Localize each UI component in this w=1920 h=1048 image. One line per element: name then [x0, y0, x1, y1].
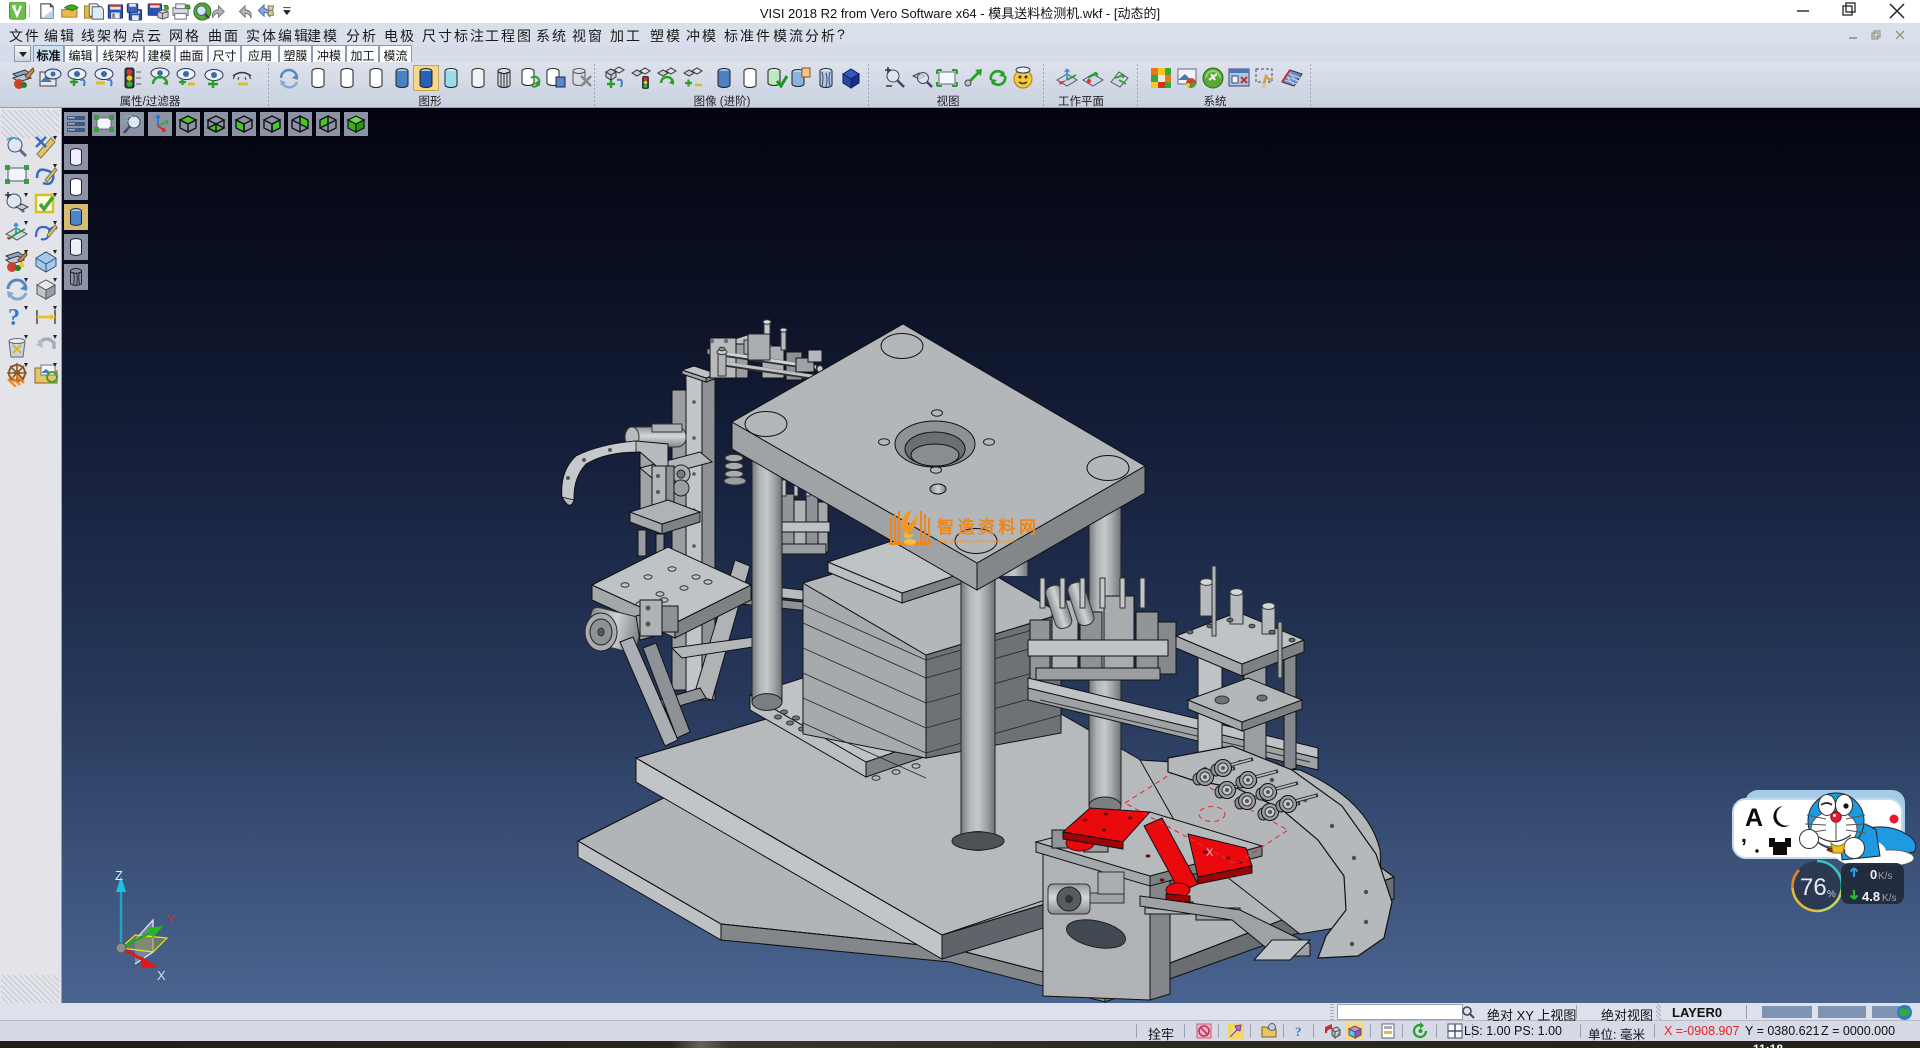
svg-text:A: A [1745, 804, 1763, 832]
svg-text:Y: Y [167, 912, 176, 927]
svg-text:76: 76 [1800, 874, 1827, 901]
svg-text:X: X [1206, 847, 1214, 859]
svg-text:?: ? [8, 305, 20, 330]
svg-text:4.8: 4.8 [1862, 889, 1880, 904]
svg-text:K/s: K/s [1882, 893, 1896, 904]
svg-text:智造资料网: 智造资料网 [937, 517, 1038, 537]
svg-text:INTELLIGENT MANUFACTURING DATA: INTELLIGENT MANUFACTURING DATA [937, 539, 1019, 544]
svg-text:0: 0 [1870, 867, 1877, 882]
svg-text:,: , [1741, 824, 1747, 847]
svg-text:Z: Z [115, 868, 123, 883]
svg-text:K/s: K/s [1878, 871, 1892, 882]
svg-text:%: % [1827, 889, 1836, 900]
svg-text:X: X [157, 968, 166, 983]
